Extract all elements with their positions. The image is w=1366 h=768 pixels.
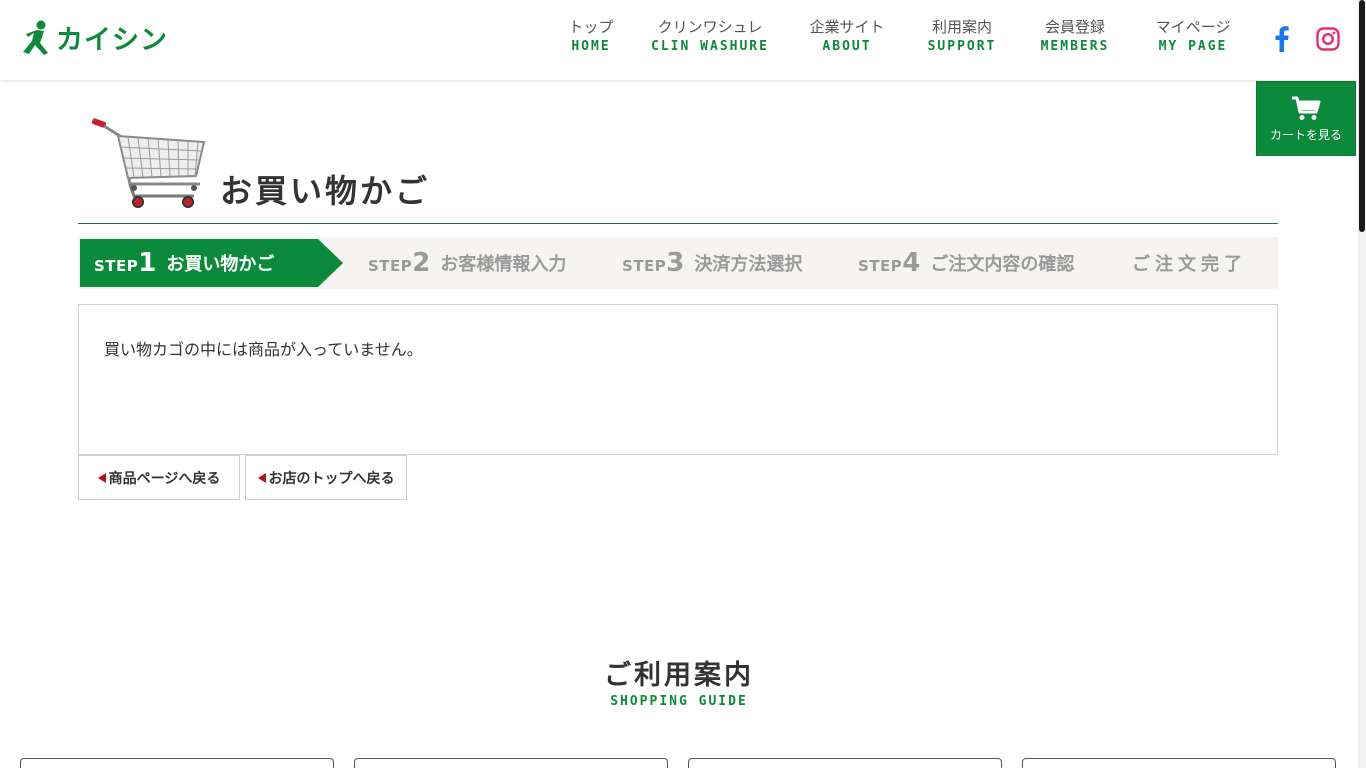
step-4-number: 4 <box>902 248 921 278</box>
step-3-prefix: STEP <box>622 257 667 275</box>
guide-card[interactable] <box>354 758 668 768</box>
back-arrow-icon <box>97 472 106 483</box>
step-4-prefix: STEP <box>858 257 903 275</box>
guide-card[interactable] <box>1022 758 1336 768</box>
nav-clin-washure[interactable]: クリンワシュレ CLIN WASHURE <box>630 16 790 56</box>
nav-members-jp: 会員登録 <box>1044 18 1105 36</box>
empty-cart-message: 買い物カゴの中には商品が入っていません。 <box>104 340 423 359</box>
nav-members-en: MEMBERS <box>1040 39 1110 54</box>
step-1-label: お買い物かご <box>166 254 275 275</box>
nav-about[interactable]: 企業サイト ABOUT <box>790 16 904 56</box>
step-3-number: 3 <box>666 248 685 278</box>
cart-content-box: 買い物カゴの中には商品が入っていません。 <box>78 304 1278 455</box>
logo-figure-icon <box>23 20 48 55</box>
guide-title: ご利用案内 <box>604 660 754 691</box>
step-4-confirm: STEP 4 ご注文内容の確認 <box>858 237 1074 289</box>
guide-subtitle: SHOPPING GUIDE <box>610 694 748 709</box>
step-complete-label: ご注文完了 <box>1132 254 1247 275</box>
scrollbar-thumb[interactable] <box>1359 0 1365 232</box>
step-2-customer-info: STEP 2 お客様情報入力 <box>368 237 566 289</box>
nav-clin-washure-jp: クリンワシュレ <box>657 18 763 36</box>
page-scrollbar[interactable] <box>1358 0 1366 768</box>
back-to-product-label: 商品ページへ戻る <box>108 470 221 487</box>
nav-mypage-jp: マイページ <box>1155 18 1231 36</box>
back-to-shop-top-button[interactable]: お店のトップへ戻る <box>245 455 407 500</box>
nav-support-en: SUPPORT <box>927 39 997 54</box>
shopping-cart-illustration <box>91 118 206 208</box>
checkout-steps: STEP 1 お買い物かご STEP 2 お客様情報入力 STEP 3 決済方法… <box>78 237 1278 289</box>
step-2-prefix: STEP <box>368 257 413 275</box>
step-2-label: お客様情報入力 <box>440 254 567 275</box>
site-header: カイシン トップ HOME クリンワシュレ CLIN WASHURE 企業サイト… <box>0 0 1358 80</box>
back-arrow-icon <box>257 472 266 483</box>
nav-clin-washure-en: CLIN WASHURE <box>651 39 769 54</box>
nav-mypage-en: MY PAGE <box>1158 39 1228 54</box>
site-logo[interactable]: カイシン <box>20 18 168 57</box>
back-to-shop-top-label: お店のトップへ戻る <box>268 470 395 487</box>
page-title-section: お買い物かご <box>78 110 1278 224</box>
step-1-cart: STEP 1 お買い物かご <box>94 237 274 289</box>
guide-card[interactable] <box>688 758 1002 768</box>
nav-about-jp: 企業サイト <box>809 18 885 36</box>
guide-card[interactable] <box>20 758 334 768</box>
nav-home-jp: トップ <box>568 18 614 36</box>
page-title: お買い物かご <box>220 172 431 210</box>
step-3-label: 決済方法選択 <box>694 254 803 275</box>
step-2-number: 2 <box>412 248 431 278</box>
logo-text: カイシン <box>56 25 168 56</box>
back-to-product-button[interactable]: 商品ページへ戻る <box>78 455 240 500</box>
nav-support[interactable]: 利用案内 SUPPORT <box>904 16 1020 56</box>
sns-links <box>1268 24 1342 54</box>
step-complete: ご注文完了 <box>1132 237 1247 289</box>
nav-members[interactable]: 会員登録 MEMBERS <box>1020 16 1130 56</box>
step-4-label: ご注文内容の確認 <box>930 254 1075 275</box>
main-nav: トップ HOME クリンワシュレ CLIN WASHURE 企業サイト ABOU… <box>552 16 1256 56</box>
facebook-icon[interactable] <box>1268 24 1296 54</box>
step-3-payment: STEP 3 決済方法選択 <box>622 237 802 289</box>
instagram-icon[interactable] <box>1314 24 1342 54</box>
step-1-prefix: STEP <box>94 257 139 275</box>
nav-mypage[interactable]: マイページ MY PAGE <box>1130 16 1256 56</box>
step-1-number: 1 <box>138 248 157 278</box>
nav-about-en: ABOUT <box>822 39 872 54</box>
nav-home[interactable]: トップ HOME <box>552 16 630 56</box>
nav-home-en: HOME <box>571 39 611 54</box>
nav-support-jp: 利用案内 <box>931 18 992 36</box>
